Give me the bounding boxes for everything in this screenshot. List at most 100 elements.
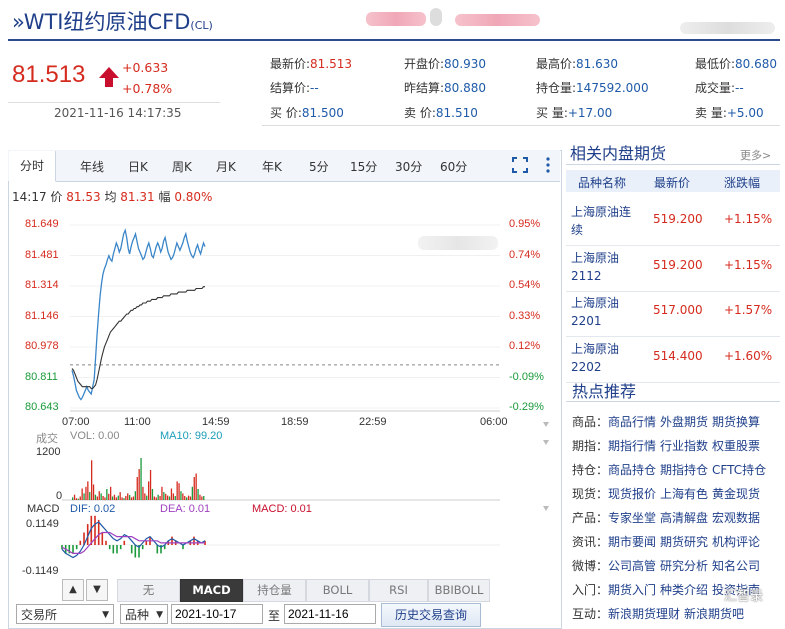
volume-bar: [77, 498, 79, 500]
hot-link[interactable]: 期市要闻: [608, 535, 656, 549]
sidebar-divider: [566, 401, 780, 402]
hot-link[interactable]: 种类介绍: [660, 583, 708, 597]
volume-bar: [102, 496, 104, 500]
macd-label: MACD: [27, 503, 60, 515]
hot-row: 产品：专家坐堂 高清解盘 宏观数据: [572, 509, 760, 526]
futures-row-pct: +1.15%: [724, 258, 773, 272]
volume-bar: [201, 496, 203, 500]
futures-header-price: 最新价: [654, 176, 691, 190]
indicator-tab[interactable]: RSI: [369, 579, 428, 602]
volume-bar: [153, 496, 155, 500]
hot-link[interactable]: 现货报价: [608, 487, 656, 501]
volume-bar: [144, 493, 146, 500]
futures-row-name[interactable]: 上海原油2201: [571, 294, 637, 330]
hot-link[interactable]: 专家坐堂: [608, 511, 656, 525]
date-from-input[interactable]: [171, 604, 263, 624]
volume-ma10: MA10: 99.20: [160, 430, 223, 442]
volume-bar: [148, 481, 150, 500]
volume-bar: [123, 498, 125, 500]
hot-link[interactable]: CFTC持仓: [712, 463, 766, 477]
hot-link[interactable]: 新浪期货吧: [684, 607, 744, 621]
scroll-up-button[interactable]: ▲: [62, 579, 84, 601]
hot-row: 持仓：商品持仓 期指持仓 CFTC持仓: [572, 461, 766, 478]
indicator-tab[interactable]: BBIBOLL: [428, 579, 490, 602]
hot-link[interactable]: 研究分析: [660, 559, 708, 573]
volume-tick-min: 0: [56, 490, 63, 502]
futures-row-name[interactable]: 上海原油2112: [571, 249, 637, 285]
volume-bar: [151, 489, 154, 500]
indicator-tab[interactable]: BOLL: [306, 579, 369, 602]
hot-link[interactable]: 商品行情: [608, 415, 656, 429]
volume-bar: [203, 496, 205, 500]
date-range-separator: 至: [268, 609, 281, 623]
scroll-down-button[interactable]: ▼: [86, 579, 108, 601]
hot-row: 现货：现货报价 上海有色 黄金现货: [572, 485, 760, 502]
hot-link[interactable]: 商品持仓: [608, 463, 656, 477]
volume-bar: [163, 492, 165, 500]
volume-bar: [125, 496, 127, 500]
variety-select[interactable]: 品种 ▼: [120, 604, 168, 624]
collapse-arrow-icon: [543, 440, 549, 445]
more-link[interactable]: 更多>: [740, 147, 771, 163]
hot-link[interactable]: 上海有色: [660, 487, 708, 501]
volume-bar: [92, 484, 95, 500]
futures-row-name[interactable]: 上海原油2202: [571, 340, 637, 376]
hot-row: 资讯：期市要闻 期货研究 机构评论: [572, 533, 760, 550]
volume-bar: [119, 492, 121, 500]
x-tick-label: 22:59: [359, 416, 387, 428]
pct-tick-label: 0.74%: [509, 248, 541, 261]
volume-bar: [73, 494, 76, 500]
y-tick-label: 81.314: [25, 279, 59, 291]
collapse-arrow-icon: [543, 506, 549, 511]
volume-bar: [110, 486, 112, 501]
futures-row-price: 519.200: [653, 258, 703, 272]
volume-bar: [108, 493, 110, 500]
exchange-select[interactable]: 交易所 ▼: [16, 604, 114, 624]
volume-label: 成交: [36, 433, 58, 445]
futures-row-pct: +1.60%: [724, 349, 773, 363]
hot-link[interactable]: 权重股票: [712, 439, 760, 453]
hot-link[interactable]: 期指持仓: [660, 463, 708, 477]
volume-bar: [180, 491, 182, 500]
futures-row-price: 519.200: [653, 212, 703, 226]
hot-link[interactable]: 机构评论: [712, 535, 760, 549]
futures-row-divider: [566, 336, 780, 337]
hot-link[interactable]: 新浪期货理财: [608, 607, 680, 621]
indicator-tab[interactable]: 无: [117, 579, 180, 602]
volume-bar: [184, 496, 186, 500]
average-series-line: [71, 286, 205, 390]
date-to-input[interactable]: [284, 604, 376, 624]
hot-row-label: 商品：: [572, 415, 609, 429]
indicator-tab[interactable]: 持仓量: [243, 579, 306, 602]
hot-link[interactable]: 外盘期货: [660, 415, 708, 429]
pct-tick-label: 0.33%: [509, 309, 541, 322]
variety-select-value: 品种: [125, 608, 150, 622]
hot-link[interactable]: 期指行情: [608, 439, 656, 453]
hot-row-label: 资讯：: [572, 535, 609, 549]
x-tick-label: 18:59: [281, 416, 309, 428]
hot-link[interactable]: 黄金现货: [712, 487, 760, 501]
history-query-button[interactable]: 历史交易查询: [381, 603, 481, 627]
volume-bar: [189, 496, 192, 500]
volume-bar: [115, 497, 117, 501]
volume-bar: [161, 486, 163, 501]
volume-bar: [132, 496, 135, 500]
futures-row-price: 514.400: [653, 349, 703, 363]
hot-link[interactable]: 期货换算: [712, 415, 760, 429]
volume-bar: [89, 492, 91, 500]
indicator-tab[interactable]: MACD: [180, 579, 243, 602]
hot-link[interactable]: 宏观数据: [712, 511, 760, 525]
volume-bar: [96, 496, 98, 500]
hot-link[interactable]: 期货研究: [660, 535, 708, 549]
hot-link[interactable]: 高清解盘: [660, 511, 708, 525]
volume-bar: [85, 486, 87, 501]
volume-bar: [178, 483, 180, 500]
volume-bar: [146, 495, 148, 500]
hot-link[interactable]: 期货入门: [608, 583, 656, 597]
volume-bar: [168, 496, 171, 500]
futures-row-name[interactable]: 上海原油连续: [571, 203, 637, 239]
hot-link[interactable]: 公司高管: [608, 559, 656, 573]
hot-link[interactable]: 行业指数: [660, 439, 708, 453]
hot-link[interactable]: 知名公司: [712, 559, 760, 573]
volume-bar: [81, 488, 83, 500]
